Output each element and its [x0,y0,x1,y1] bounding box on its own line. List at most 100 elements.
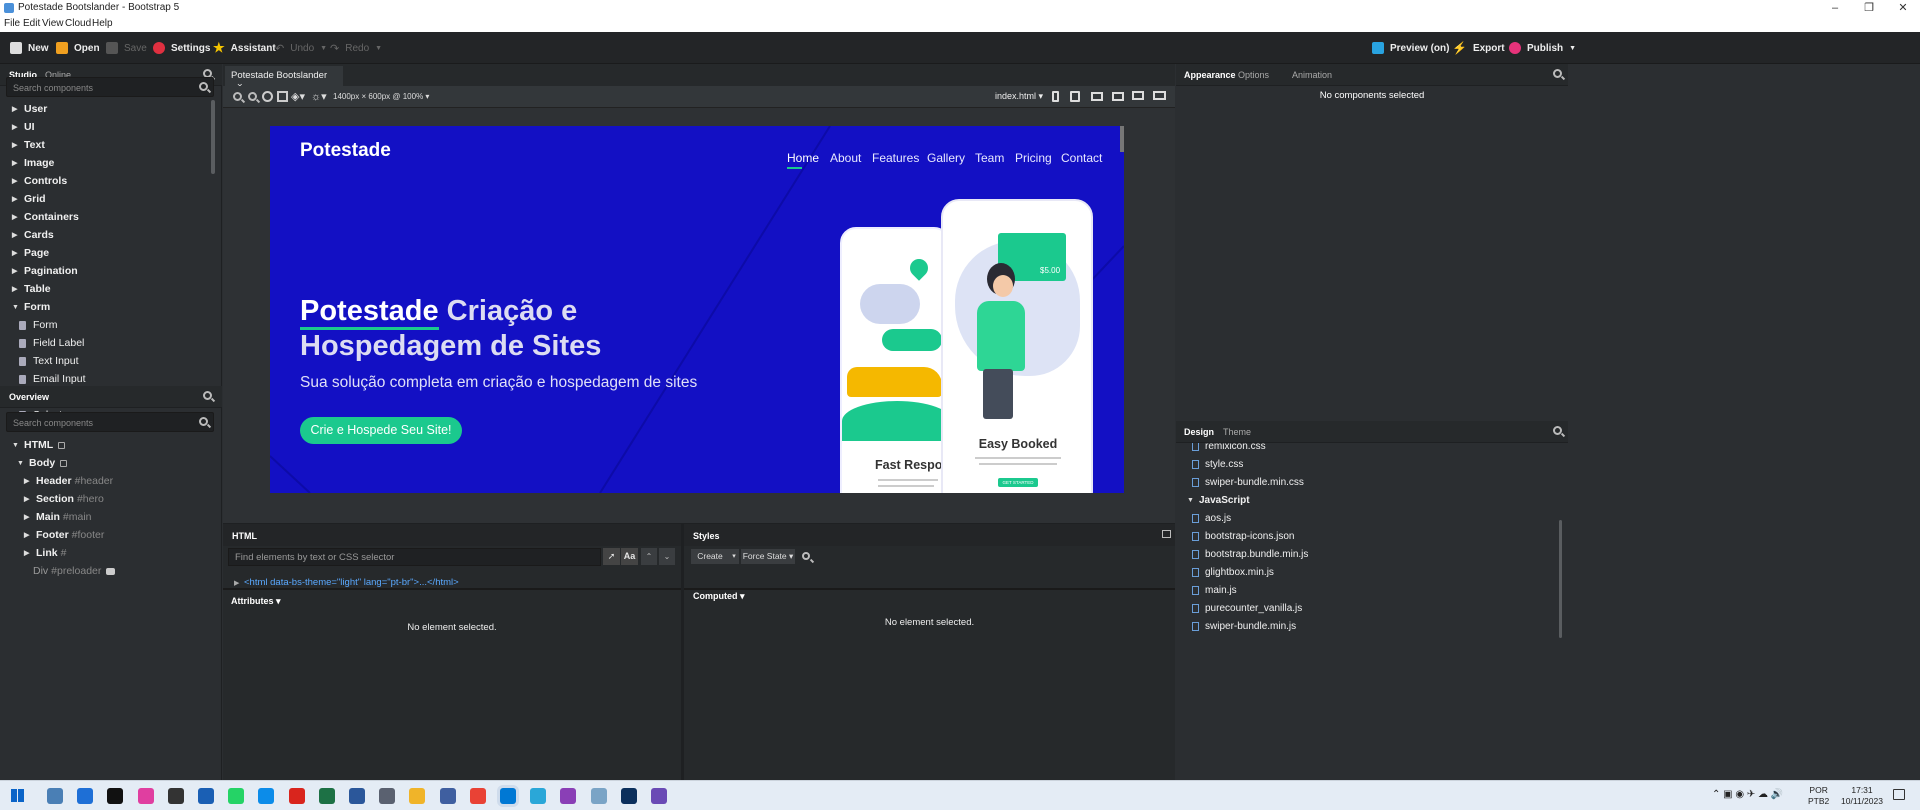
overview-node-body[interactable]: ▼ Body [17,454,68,472]
menu-cloud[interactable]: Cloud [65,18,91,29]
menu-help[interactable]: Help [92,18,113,29]
close-button[interactable]: ✕ [1886,0,1920,16]
category-pagination[interactable]: ▶ Pagination [12,262,78,280]
caret-icon[interactable]: ▶ [24,531,32,539]
caret-icon[interactable]: ▶ [24,513,32,521]
file-remixicon-css[interactable]: remixicon.css [1192,443,1266,455]
category-form[interactable]: ▼ Form [12,298,50,316]
caret-icon[interactable]: ▼ [12,442,20,449]
menu-edit[interactable]: Edit [23,18,40,29]
zoom-in-icon[interactable] [233,92,242,101]
design-canvas[interactable]: Potestade Home About Features Gallery Team Pr… [223,108,1175,523]
phone-view-icon[interactable] [1052,91,1059,102]
export-button[interactable]: ⚡Export▼ [1452,40,1518,56]
studio-icon[interactable] [439,788,456,804]
match-case-button[interactable]: Aa [621,548,638,565]
computed-toggle[interactable]: Computed ▾ [693,591,745,602]
file-swiper-bundle-min-css[interactable]: swiper-bundle.min.css [1192,473,1304,491]
nav-link-home[interactable]: Home [787,151,819,165]
preview-button[interactable]: Preview (on) ▼ [1372,40,1462,56]
tablet-landscape-icon[interactable] [1091,92,1103,101]
settings-button[interactable]: Settings [153,40,210,56]
file-purecounter-vanilla-js[interactable]: purecounter_vanilla.js [1192,599,1302,617]
github-icon[interactable] [167,788,184,804]
overview-search-input[interactable]: Search components [6,412,214,432]
caret-icon[interactable]: ▶ [24,495,32,503]
force-state-select[interactable]: Force State ▾ [741,549,795,564]
save-button[interactable]: Save [106,40,147,56]
overview-node-html[interactable]: ▼ HTML [12,436,66,454]
store-icon[interactable] [77,788,94,804]
nav-link-pricing[interactable]: Pricing [1015,151,1052,165]
tab-theme[interactable]: Theme [1223,427,1251,437]
category-image[interactable]: ▶ Image [12,154,54,172]
attributes-toggle[interactable]: Attributes ▾ [231,596,281,607]
start-icon[interactable] [11,789,24,802]
laptop-view-icon[interactable] [1112,92,1124,101]
tab-appearance[interactable]: Appearance [1184,70,1236,80]
chevron-down-icon[interactable]: ▾ [729,549,739,564]
file-swiper-bundle-min-js[interactable]: swiper-bundle.min.js [1192,617,1296,635]
desktop-view-icon[interactable] [1132,91,1144,100]
tab-options[interactable]: Options [1238,70,1269,80]
caret-icon[interactable]: ▶ [24,477,32,485]
category-cards[interactable]: ▶ Cards [12,226,54,244]
assistant-button[interactable]: ★ Assistant [213,40,276,56]
overview-node-header[interactable]: ▶ Header #header [24,472,113,490]
photoshop-icon[interactable] [620,788,637,804]
file-aos-js[interactable]: aos.js [1192,509,1231,527]
next-match-icon[interactable]: ⌄ [659,548,675,565]
nav-link-team[interactable]: Team [975,151,1004,165]
file-style-css[interactable]: style.css [1192,455,1243,473]
caret-icon[interactable]: ▼ [1187,497,1195,504]
app-icon[interactable] [137,788,154,804]
minimize-button[interactable]: – [1818,0,1852,16]
undo-button[interactable]: ↶ Undo ▼ [275,40,327,56]
cta-button[interactable]: Crie e Hospede Seu Site! [300,417,462,444]
html-root-node[interactable]: <html data-bs-theme="light" lang="pt-br"… [244,577,459,588]
file-glightbox-min-js[interactable]: glightbox.min.js [1192,563,1274,581]
tree-scrollbar[interactable] [211,100,215,174]
category-page[interactable]: ▶ Page [12,244,49,262]
tiktok-icon[interactable] [107,788,124,804]
website-preview[interactable]: Potestade Home About Features Gallery Team Pr… [270,126,1124,493]
components-search-input[interactable]: Search components [6,77,214,97]
vscode-icon[interactable] [500,788,516,804]
document-tab[interactable]: Potestade Bootslander × [225,66,343,92]
category-controls[interactable]: ▶ Controls [12,172,67,190]
edge-icon[interactable] [258,788,275,804]
component-field-label[interactable]: Field Label [19,334,84,352]
component-text-input[interactable]: Text Input [19,352,79,370]
overview-node-footer[interactable]: ▶ Footer #footer [24,526,104,544]
zoom-out-icon[interactable] [248,92,257,101]
tray-icons[interactable]: ⌃ ▣ ◉ ✈ ☁ 🔊 [1712,789,1783,800]
sun-icon[interactable]: ☼▾ [311,90,327,103]
site-brand[interactable]: Potestade [300,140,391,162]
image-icon[interactable] [277,91,288,102]
category-grid[interactable]: ▶ Grid [12,190,46,208]
nav-link-contact[interactable]: Contact [1061,151,1102,165]
preview-scrollbar[interactable] [1120,126,1124,152]
overview-node-main[interactable]: ▶ Main #main [24,508,92,526]
category-user[interactable]: ▶ User [12,100,47,118]
create-button[interactable]: Create [691,549,729,564]
files-scrollbar[interactable] [1559,520,1562,638]
file-bootstrap-icons-json[interactable]: bootstrap-icons.json [1192,527,1295,545]
caret-icon[interactable]: ▼ [17,460,25,467]
overview-node-section[interactable]: ▶ Section #hero [24,490,104,508]
open-button[interactable]: Open [56,40,100,56]
bootstrap-studio-icon[interactable] [530,788,547,804]
overview-node-link[interactable]: ▶ Link # [24,544,66,562]
category-table[interactable]: ▶ Table [12,280,51,298]
pick-element-icon[interactable]: ➚ [603,548,620,565]
nav-link-about[interactable]: About [830,151,861,165]
browser-icon[interactable] [560,788,577,804]
category-ui[interactable]: ▶ UI [12,118,35,136]
mail-icon[interactable] [198,788,214,804]
calculator-icon[interactable] [379,788,396,804]
overview-node-div[interactable]: Div #preloader [33,562,116,580]
excel-icon[interactable] [318,788,335,804]
new-button[interactable]: New [10,40,49,56]
nav-link-gallery[interactable]: Gallery [927,151,965,165]
restore-button[interactable]: ❐ [1852,0,1886,16]
